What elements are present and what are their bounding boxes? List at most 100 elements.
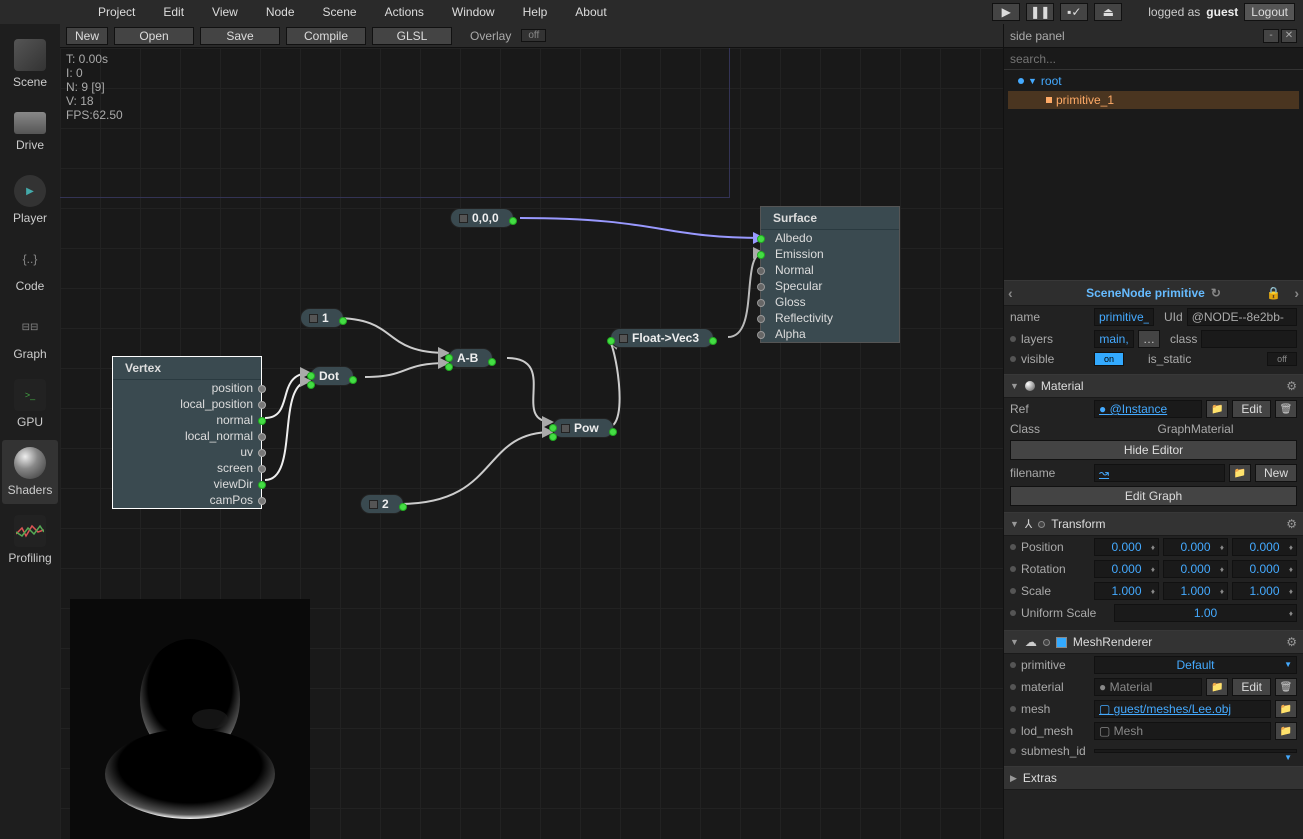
checkbox-icon[interactable]	[459, 214, 468, 223]
logout-button[interactable]: Logout	[1244, 3, 1295, 21]
port-out[interactable]	[339, 317, 347, 325]
section-meshrenderer[interactable]: ▼ ☁ MeshRenderer ⚙	[1004, 630, 1303, 654]
gear-icon[interactable]: ⚙	[1286, 379, 1297, 393]
layers-more-button[interactable]: …	[1138, 330, 1160, 348]
primitive-dropdown[interactable]: Default	[1094, 656, 1297, 674]
edit-button[interactable]: Edit	[1232, 400, 1271, 418]
port-out[interactable]	[349, 376, 357, 384]
lod-value[interactable]: ▢ Mesh	[1094, 722, 1271, 740]
port-in[interactable]	[757, 283, 765, 291]
ref-link[interactable]: ● @Instance	[1094, 400, 1202, 418]
folder-button[interactable]	[1206, 678, 1228, 696]
port-out[interactable]	[258, 417, 266, 425]
menu-about[interactable]: About	[575, 5, 606, 19]
port-in[interactable]	[445, 354, 453, 362]
node-a-minus-b[interactable]: A-B	[448, 348, 493, 368]
folder-button[interactable]	[1275, 722, 1297, 740]
port-out[interactable]	[488, 358, 496, 366]
folder-button[interactable]	[1206, 400, 1228, 418]
menu-node[interactable]: Node	[266, 5, 295, 19]
edit-graph-button[interactable]: Edit Graph	[1010, 486, 1297, 506]
port-out[interactable]	[258, 385, 266, 393]
nav-shaders[interactable]: Shaders	[2, 440, 58, 504]
tree-item-root[interactable]: ▼ root	[1008, 72, 1299, 90]
prev-icon[interactable]: ‹	[1008, 285, 1013, 301]
rot-z[interactable]: 0.000	[1232, 560, 1297, 578]
is-static-toggle[interactable]: off	[1267, 352, 1297, 366]
new-button[interactable]: New	[66, 27, 108, 45]
port-in[interactable]	[607, 337, 615, 345]
node-const-000[interactable]: 0,0,0	[450, 208, 514, 228]
port-out[interactable]	[609, 428, 617, 436]
section-material[interactable]: ▼ Material ⚙	[1004, 374, 1303, 398]
menu-edit[interactable]: Edit	[163, 5, 184, 19]
port-out[interactable]	[258, 449, 266, 457]
eject-button[interactable]: ⏏	[1094, 3, 1122, 21]
gear-icon[interactable]: ⚙	[1286, 517, 1297, 531]
color-box[interactable]	[1056, 637, 1067, 648]
nav-player[interactable]: Player	[2, 168, 58, 232]
port-out[interactable]	[258, 401, 266, 409]
nav-scene[interactable]: Scene	[2, 32, 58, 96]
menu-help[interactable]: Help	[523, 5, 548, 19]
port-in[interactable]	[445, 363, 453, 371]
material-value[interactable]: ● Material	[1094, 678, 1202, 696]
pos-y[interactable]: 0.000	[1163, 538, 1228, 556]
section-extras[interactable]: ▶ Extras	[1004, 766, 1303, 790]
chevron-down-icon[interactable]: ▼	[1028, 76, 1037, 86]
port-out[interactable]	[258, 497, 266, 505]
hide-editor-button[interactable]: Hide Editor	[1010, 440, 1297, 460]
nav-profiling[interactable]: Profiling	[2, 508, 58, 572]
class-input[interactable]	[1201, 330, 1297, 348]
port-out[interactable]	[258, 465, 266, 473]
nav-graph[interactable]: Graph	[2, 304, 58, 368]
tree-item-primitive[interactable]: primitive_1	[1008, 91, 1299, 109]
name-input[interactable]	[1094, 308, 1154, 326]
close-icon[interactable]: ✕	[1281, 29, 1297, 43]
gear-icon[interactable]: ⚙	[1286, 635, 1297, 649]
port-in[interactable]	[307, 372, 315, 380]
menu-project[interactable]: Project	[98, 5, 135, 19]
port-out[interactable]	[399, 503, 407, 511]
trash-button[interactable]	[1275, 400, 1297, 418]
scale-z[interactable]: 1.000	[1232, 582, 1297, 600]
folder-button[interactable]	[1275, 700, 1297, 718]
open-button[interactable]: Open	[114, 27, 194, 45]
node-const-1[interactable]: 1	[300, 308, 344, 328]
node-canvas[interactable]: T: 0.00sI: 0N: 9 [9]V: 18FPS:62.50	[60, 48, 1003, 839]
play-button[interactable]: ▶	[992, 3, 1020, 21]
confirm-button[interactable]: ▪✓	[1060, 3, 1088, 21]
checkbox-icon[interactable]	[369, 500, 378, 509]
node-pow[interactable]: Pow	[552, 418, 614, 438]
node-const-2[interactable]: 2	[360, 494, 404, 514]
layers-input[interactable]	[1094, 330, 1134, 348]
menu-view[interactable]: View	[212, 5, 238, 19]
scale-y[interactable]: 1.000	[1163, 582, 1228, 600]
port-in[interactable]	[757, 315, 765, 323]
port-in[interactable]	[757, 299, 765, 307]
port-in[interactable]	[757, 331, 765, 339]
checkbox-icon[interactable]	[619, 334, 628, 343]
nav-code[interactable]: Code	[2, 236, 58, 300]
port-in[interactable]	[757, 251, 765, 259]
search-input[interactable]	[1004, 48, 1303, 70]
checkbox-icon[interactable]	[309, 314, 318, 323]
menu-scene[interactable]: Scene	[323, 5, 357, 19]
node-surface[interactable]: Surface AlbedoEmissionNormalSpecularGlos…	[760, 206, 900, 343]
port-out[interactable]	[709, 337, 717, 345]
filename-link[interactable]: ↝ guest/projects/features/s	[1094, 464, 1225, 482]
nav-drive[interactable]: Drive	[2, 100, 58, 164]
menu-actions[interactable]: Actions	[385, 5, 424, 19]
glsl-button[interactable]: GLSL	[372, 27, 452, 45]
node-vertex[interactable]: Vertex positionlocal_positionnormallocal…	[112, 356, 262, 509]
port-in[interactable]	[307, 381, 315, 389]
folder-button[interactable]	[1229, 464, 1251, 482]
pause-button[interactable]: ❚❚	[1026, 3, 1054, 21]
minimize-icon[interactable]: -	[1263, 29, 1279, 43]
compile-button[interactable]: Compile	[286, 27, 366, 45]
uniform-scale[interactable]: 1.00	[1114, 604, 1297, 622]
port-out[interactable]	[509, 217, 517, 225]
port-in[interactable]	[549, 424, 557, 432]
rot-y[interactable]: 0.000	[1163, 560, 1228, 578]
overlay-toggle[interactable]: off	[521, 29, 546, 42]
